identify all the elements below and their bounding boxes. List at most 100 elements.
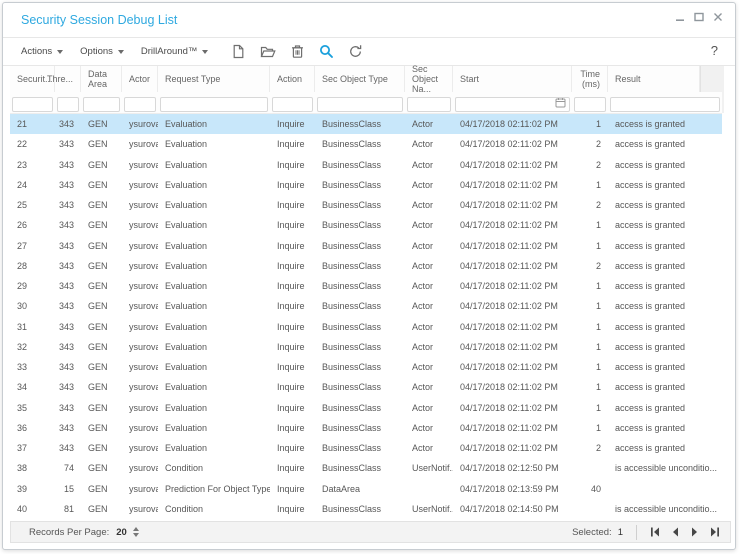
cell-request_type: Evaluation [165,159,208,170]
cell-start: 04/17/2018 02:11:02 PM [460,341,558,352]
open-folder-icon[interactable] [260,44,277,59]
cell-action: Inquire [277,119,305,130]
cell-data_area: GEN [88,321,108,332]
cell-time_ms: 1 [595,281,601,292]
table-row[interactable]: 28 343 GEN ysurova Evaluation Inquire Business… [10,256,722,276]
minimize-icon[interactable] [675,12,685,22]
page-title: Security Session Debug List [21,13,178,27]
cell-request_type: Evaluation [165,443,208,454]
column-header-result[interactable]: Result [608,66,700,92]
column-header-sec_object_name[interactable]: Sec Object Na... [405,64,453,94]
cell-thread: 343 [58,341,74,352]
table-row[interactable]: 34 343 GEN ysurova Evaluation Inquire Business… [10,377,722,397]
cell-sec_object_name: Actor [412,362,434,373]
records-per-page-stepper[interactable] [132,527,139,537]
cell-thread: 343 [58,200,74,211]
table-row[interactable]: 32 343 GEN ysurova Evaluation Inquire Business… [10,337,722,357]
cell-time_ms: 2 [595,200,601,211]
records-per-page-value[interactable]: 20 [116,527,127,538]
column-header-data_area[interactable]: Data Area [81,66,122,92]
table-row[interactable]: 38 74 GEN ysurova Condition Inquire BusinessCl… [10,458,722,478]
filter-input-result[interactable] [610,96,720,112]
actions-menu[interactable]: Actions [21,46,64,57]
cell-sec_object_type: BusinessClass [322,139,382,150]
cell-security: 27 [17,240,28,251]
cell-start: 04/17/2018 02:13:59 PM [460,483,559,494]
refresh-icon[interactable] [348,44,363,59]
column-header-start[interactable]: Start [453,66,572,92]
filter-input-sec_object_name[interactable] [407,96,451,112]
table-row[interactable]: 22 343 GEN ysurova Evaluation Inquire Business… [10,134,722,154]
cell-security: 31 [17,321,28,332]
filter-input-time_ms[interactable] [574,96,606,112]
filter-input-actor[interactable] [124,96,156,112]
spinner-down-icon[interactable] [132,533,139,537]
cell-security: 33 [17,362,28,373]
cell-sec_object_name: Actor [412,260,434,271]
cell-action: Inquire [277,443,305,454]
delete-icon[interactable] [290,44,305,59]
table-row[interactable]: 37 343 GEN ysurova Evaluation Inquire Business… [10,438,722,458]
cell-time_ms: 2 [595,139,601,150]
new-document-icon[interactable] [231,44,246,59]
column-header-time_ms[interactable]: Time (ms) [572,66,608,92]
table-row[interactable]: 29 343 GEN ysurova Evaluation Inquire Business… [10,276,722,296]
spinner-up-icon[interactable] [132,527,139,531]
table-row[interactable]: 40 81 GEN ysurova Condition Inquire BusinessCl… [10,499,722,519]
cell-start: 04/17/2018 02:11:02 PM [460,301,558,312]
cell-sec_object_name: Actor [412,321,434,332]
cell-thread: 15 [63,483,74,494]
next-page-icon[interactable] [690,527,700,537]
filter-input-action[interactable] [272,96,313,112]
close-icon[interactable] [713,12,723,22]
cell-time_ms: 1 [595,362,601,373]
column-header-sec_object_type[interactable]: Sec Object Type [315,66,405,92]
filter-input-sec_object_type[interactable] [317,96,403,112]
previous-page-icon[interactable] [670,527,680,537]
table-row[interactable]: 25 343 GEN ysurova Evaluation Inquire Business… [10,195,722,215]
table-row[interactable]: 36 343 GEN ysurova Evaluation Inquire Business… [10,418,722,438]
table-row[interactable]: 39 15 GEN ysurova Prediction For Object Type… [10,479,722,499]
cell-start: 04/17/2018 02:11:02 PM [460,281,558,292]
cell-action: Inquire [277,402,305,413]
table-row[interactable]: 27 343 GEN ysurova Evaluation Inquire Business… [10,236,722,256]
column-header-request_type[interactable]: Request Type [158,66,270,92]
cell-start: 04/17/2018 02:11:02 PM [460,362,558,373]
cell-time_ms: 2 [595,443,601,454]
cell-security: 23 [17,159,28,170]
search-icon[interactable] [319,44,334,59]
filter-input-start[interactable] [455,96,570,112]
table-row[interactable]: 30 343 GEN ysurova Evaluation Inquire Business… [10,296,722,316]
cell-sec_object_type: BusinessClass [322,382,382,393]
table-row[interactable]: 21 343 GEN ysurova Evaluation Inquire Business… [10,114,722,135]
calendar-icon[interactable] [555,97,566,108]
table-row[interactable]: 33 343 GEN ysurova Evaluation Inquire Business… [10,357,722,377]
table-row[interactable]: 31 343 GEN ysurova Evaluation Inquire Business… [10,317,722,337]
cell-sec_object_name: UserNotif... [412,503,453,514]
filter-input-data_area[interactable] [83,96,120,112]
table-row[interactable]: 26 343 GEN ysurova Evaluation Inquire Business… [10,215,722,235]
last-page-icon[interactable] [710,527,720,537]
cell-result: access is granted [615,281,686,292]
table-row[interactable]: 35 343 GEN ysurova Evaluation Inquire Business… [10,398,722,418]
cell-sec_object_name: Actor [412,220,434,231]
cell-time_ms: 1 [595,301,601,312]
cell-request_type: Evaluation [165,119,208,130]
cell-data_area: GEN [88,119,108,130]
filter-input-security[interactable] [12,96,53,112]
cell-data_area: GEN [88,422,108,433]
first-page-icon[interactable] [650,527,660,537]
cell-sec_object_name: Actor [412,382,434,393]
table-row[interactable]: 23 343 GEN ysurova Evaluation Inquire Business… [10,155,722,175]
help-button[interactable]: ? [711,43,718,58]
column-header-actor[interactable]: Actor [122,66,158,92]
column-header-action[interactable]: Action [270,66,315,92]
table-row[interactable]: 24 343 GEN ysurova Evaluation Inquire Business… [10,175,722,195]
cell-start: 04/17/2018 02:11:02 PM [460,402,558,413]
drillaround-menu[interactable]: DrillAround™ [141,46,209,57]
column-header-thread[interactable]: Thre... [47,66,81,92]
options-menu[interactable]: Options [80,46,124,57]
filter-input-request_type[interactable] [160,96,268,112]
maximize-icon[interactable] [694,12,704,22]
filter-input-thread[interactable] [57,96,79,112]
